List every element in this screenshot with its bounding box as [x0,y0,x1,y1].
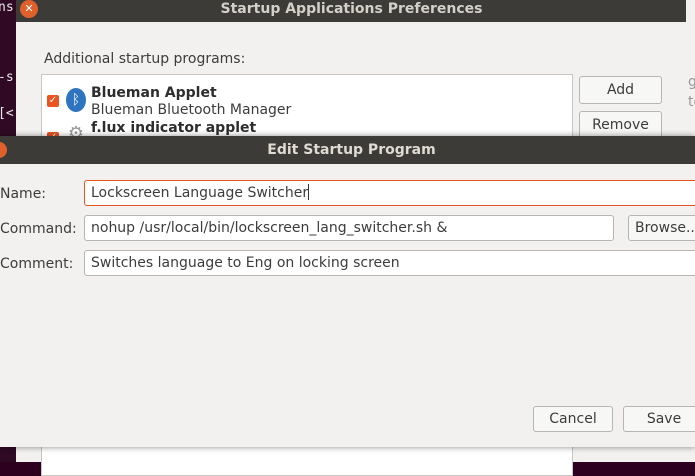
cancel-button[interactable]: Cancel [533,406,613,432]
list-item[interactable]: ✓ ᛒ Blueman Applet Blueman Bluetooth Man… [42,81,572,121]
comment-label: Comment: [0,256,74,272]
comment-value: Switches language to Eng on locking scre… [91,255,400,271]
command-field[interactable]: nohup /usr/local/bin/lockscreen_lang_swi… [84,215,614,241]
program-description: Blueman Bluetooth Manager [91,102,292,118]
command-label: Command: [0,221,77,237]
edge-text: g [688,74,695,90]
bluetooth-icon: ᛒ [66,88,86,112]
add-button[interactable]: Add [579,76,662,104]
dialog-title: Edit Startup Program [267,142,436,158]
comment-field[interactable]: Switches language to Eng on locking scre… [84,250,695,276]
window-titlebar: ✕ Startup Applications Preferences [16,0,695,22]
terminal-text: ns [0,0,14,15]
enabled-checkbox[interactable]: ✓ [47,95,59,107]
text-caret [308,184,310,200]
close-icon[interactable] [0,142,7,158]
edit-startup-program-dialog: Edit Startup Program Name: Lockscreen La… [0,136,695,447]
name-label: Name: [0,186,47,202]
edge-text: te [688,94,695,110]
remove-button[interactable]: Remove [579,111,662,139]
terminal-text: [< [0,106,14,121]
window-title: Startup Applications Preferences [220,1,483,17]
section-label: Additional startup programs: [44,51,246,67]
name-field[interactable]: Lockscreen Language Switcher [84,180,695,206]
command-value: nohup /usr/local/bin/lockscreen_lang_swi… [91,220,448,236]
terminal-text: -s [0,70,14,85]
program-name: Blueman Applet [91,85,217,101]
save-button[interactable]: Save [623,406,695,432]
close-icon[interactable]: ✕ [20,0,38,18]
name-value: Lockscreen Language Switcher [91,185,309,201]
browse-button[interactable]: Browse... [628,215,695,241]
program-name: f.lux indicator applet [91,120,257,136]
dialog-titlebar: Edit Startup Program [0,136,695,164]
